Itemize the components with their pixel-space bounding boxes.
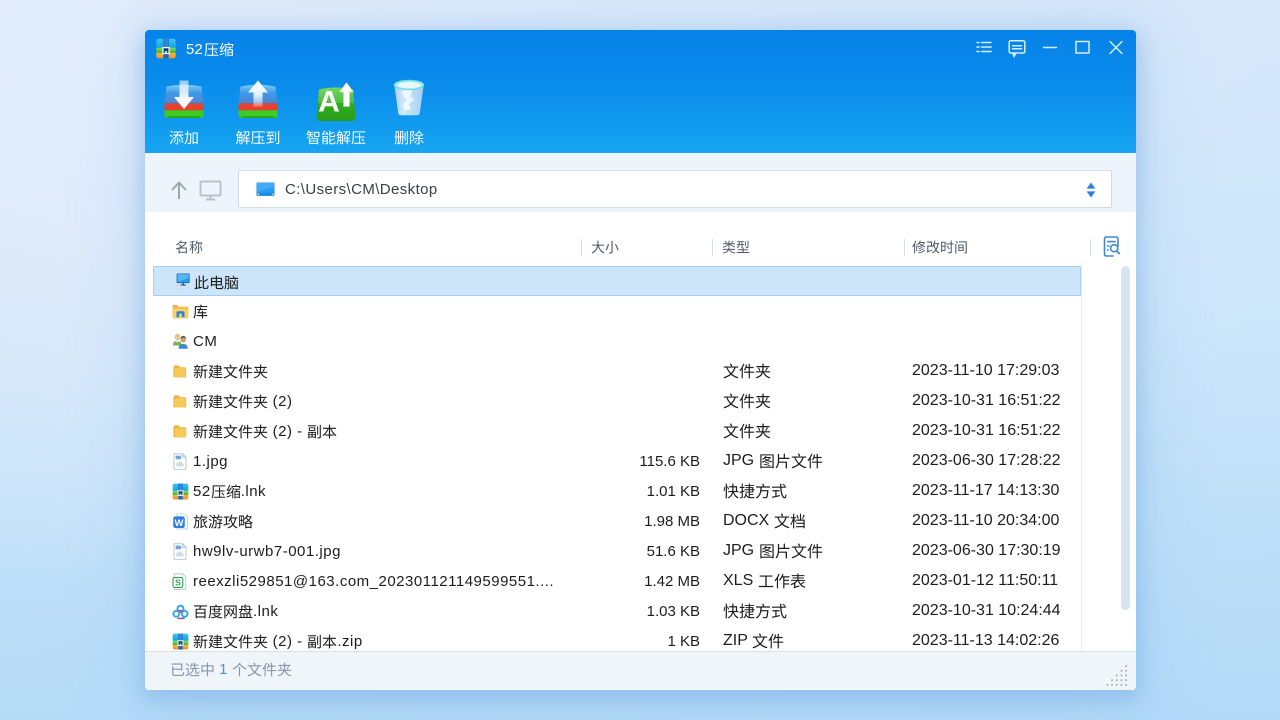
svg-text:S: S <box>175 577 181 587</box>
svg-text:A: A <box>318 86 340 119</box>
svg-text:W: W <box>175 518 184 529</box>
